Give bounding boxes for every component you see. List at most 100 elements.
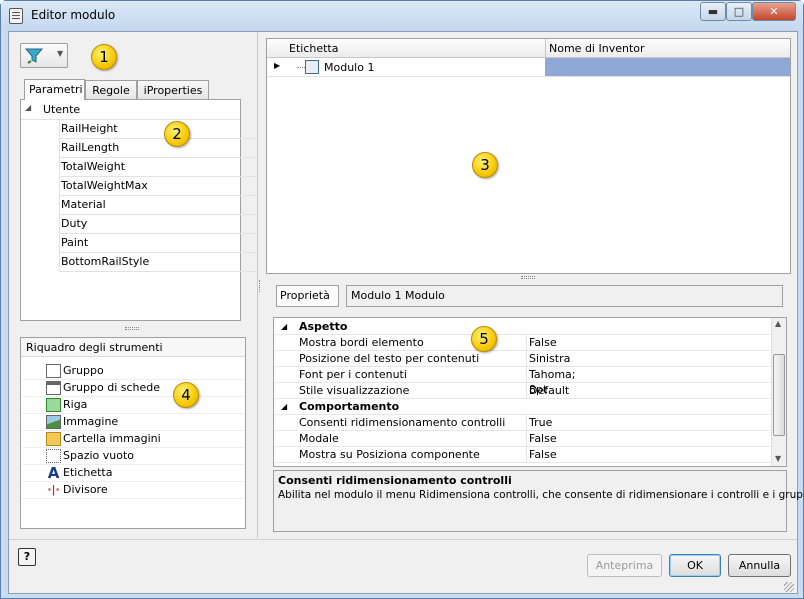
property-key: Modale bbox=[299, 432, 339, 445]
property-grid: ◢ Aspetto Mostra bordi elemento False Pos… bbox=[273, 317, 787, 467]
chevron-down-icon: ▼ bbox=[57, 49, 64, 58]
property-value: Default bbox=[529, 384, 570, 397]
property-key: Mostra bordi elemento bbox=[299, 336, 424, 349]
description-text: Abilita nel modulo il menu Ridimensiona … bbox=[278, 489, 804, 501]
parameter-row[interactable]: BottomRailStyle bbox=[59, 253, 259, 272]
property-key: Posizione del testo per contenuti bbox=[299, 352, 480, 365]
property-row[interactable]: Mostra bordi elemento False bbox=[275, 335, 773, 351]
filter-icon bbox=[24, 48, 44, 64]
property-key: Stile visualizzazione bbox=[299, 384, 410, 397]
parameter-row[interactable]: Paint bbox=[59, 234, 259, 253]
property-grid-scrollbar[interactable]: ▲ ▼ bbox=[771, 318, 786, 466]
group-utente[interactable]: Utente bbox=[43, 103, 80, 116]
toolbox-item-row[interactable]: Riga bbox=[22, 397, 244, 414]
toolbox-item-label: Divisore bbox=[63, 483, 108, 496]
callout-3: 3 bbox=[472, 152, 498, 178]
minimize-button[interactable]: ▬ bbox=[700, 2, 726, 21]
callout-2: 2 bbox=[164, 121, 190, 147]
parameter-row[interactable]: TotalWeight bbox=[59, 158, 259, 177]
tab-parametri[interactable]: Parametri bbox=[24, 79, 85, 100]
property-value-cell[interactable]: False bbox=[526, 447, 557, 462]
cancel-button[interactable]: Annulla bbox=[728, 554, 791, 577]
toolbox-item-label: Gruppo bbox=[63, 364, 104, 377]
callout-5: 5 bbox=[471, 326, 497, 352]
column-header-label[interactable]: Etichetta bbox=[289, 42, 338, 55]
parameter-row[interactable]: Material bbox=[59, 196, 259, 215]
row-pointer-icon: ▶ bbox=[274, 61, 281, 70]
property-key: Font per i contenuti bbox=[299, 368, 407, 381]
property-value: True bbox=[529, 416, 553, 429]
property-value-cell[interactable]: Sinistra bbox=[526, 351, 570, 366]
property-value: False bbox=[529, 448, 557, 461]
tab-group-icon bbox=[46, 381, 61, 395]
tab-iproperties[interactable]: iProperties bbox=[137, 80, 209, 100]
tree-header bbox=[267, 39, 790, 58]
property-row[interactable]: Stile visualizzazione Default bbox=[275, 383, 773, 399]
category-aspetto[interactable]: ◢ Aspetto bbox=[275, 319, 773, 335]
tree-row[interactable]: ▶ Modulo 1 bbox=[267, 58, 790, 77]
image-icon bbox=[46, 415, 61, 429]
scroll-down-icon[interactable]: ▼ bbox=[775, 454, 781, 463]
category-comportamento[interactable]: ◢ Comportamento bbox=[275, 399, 773, 415]
parameter-row[interactable]: TotalWeightMax bbox=[59, 177, 259, 196]
collapse-icon[interactable]: ◢ bbox=[25, 103, 31, 112]
property-value: False bbox=[529, 336, 557, 349]
property-value: Sinistra bbox=[529, 352, 571, 365]
toolbox-item-label-tool[interactable]: A Etichetta bbox=[22, 465, 244, 482]
help-button[interactable]: ? bbox=[18, 548, 36, 566]
property-value-cell[interactable]: False bbox=[526, 335, 557, 350]
inventor-name-cell[interactable] bbox=[545, 58, 790, 76]
parameter-row[interactable]: Duty bbox=[59, 215, 259, 234]
collapse-icon[interactable]: ◢ bbox=[281, 399, 287, 414]
close-button[interactable]: ✕ bbox=[752, 2, 796, 21]
property-row[interactable]: Font per i contenuti Tahoma; 8pt bbox=[275, 367, 773, 396]
property-description: Consenti ridimensionamento controlli Abi… bbox=[273, 470, 804, 532]
row-icon bbox=[46, 398, 61, 412]
parameter-row[interactable]: RailHeight bbox=[59, 120, 259, 139]
preview-button[interactable]: Anteprima bbox=[587, 554, 662, 577]
filter-dropdown-button[interactable]: ▼ bbox=[20, 43, 68, 68]
collapse-icon[interactable]: ◢ bbox=[281, 319, 287, 334]
ok-button[interactable]: OK bbox=[669, 554, 721, 577]
property-value-cell[interactable]: Default bbox=[526, 383, 569, 398]
property-row[interactable]: Consenti ridimensionamento controlli True bbox=[275, 415, 773, 431]
parameters-panel: ◢ Utente RailHeight RailLength TotalWeig… bbox=[20, 99, 259, 321]
toolbox-item-tab-group[interactable]: Gruppo di schede bbox=[22, 380, 244, 397]
property-value-cell[interactable]: True bbox=[526, 415, 552, 430]
toolbox-item-label: Immagine bbox=[63, 415, 119, 428]
toolbox-item-divider[interactable]: ·|· Divisore bbox=[22, 482, 244, 499]
toolbox-item-image-folder[interactable]: Cartella immagini bbox=[22, 431, 244, 448]
toolbox-item-label: Spazio vuoto bbox=[63, 449, 135, 462]
resize-grip[interactable] bbox=[784, 582, 794, 592]
splitter-grip[interactable] bbox=[125, 327, 139, 330]
toolbox-item-group[interactable]: Gruppo bbox=[22, 363, 244, 380]
vertical-splitter-grip[interactable] bbox=[259, 280, 261, 292]
form-tree-panel: Etichetta Nome di Inventor ▶ Modulo 1 bbox=[266, 38, 791, 274]
properties-label: Proprietà bbox=[276, 285, 339, 307]
toolbox-panel: Riquadro degli strumenti Gruppo Gruppo d… bbox=[20, 337, 246, 529]
property-row[interactable]: Mostra su Posiziona componente False bbox=[275, 447, 773, 463]
property-value-cell[interactable]: Tahoma; 8pt bbox=[526, 367, 576, 396]
parameter-row[interactable]: RailLength bbox=[59, 139, 259, 158]
callout-1: 1 bbox=[91, 44, 117, 70]
property-key: Consenti ridimensionamento controlli bbox=[299, 416, 506, 429]
toolbox-item-image[interactable]: Immagine bbox=[22, 414, 244, 431]
splitter-grip-right[interactable] bbox=[521, 276, 535, 279]
maximize-button[interactable]: □ bbox=[726, 2, 752, 21]
scroll-up-icon[interactable]: ▲ bbox=[775, 319, 781, 328]
column-header-inventor-name[interactable]: Nome di Inventor bbox=[549, 42, 645, 55]
property-value-cell[interactable]: False bbox=[526, 431, 557, 446]
property-row[interactable]: Posizione del testo per contenuti Sinistr… bbox=[275, 351, 773, 367]
toolbox-item-empty-space[interactable]: Spazio vuoto bbox=[22, 448, 244, 465]
tab-regole[interactable]: Regole bbox=[85, 80, 137, 100]
form-icon bbox=[305, 60, 319, 74]
property-row[interactable]: Modale False bbox=[275, 431, 773, 447]
category-label: Comportamento bbox=[299, 400, 400, 413]
tree-row-label: Modulo 1 bbox=[324, 61, 375, 74]
image-folder-icon bbox=[46, 432, 61, 446]
window-title: Editor modulo bbox=[31, 8, 116, 22]
scrollbar-thumb[interactable] bbox=[773, 354, 785, 436]
description-title: Consenti ridimensionamento controlli bbox=[278, 474, 512, 487]
title-bar[interactable]: Editor modulo ▬ □ ✕ bbox=[1, 1, 803, 31]
toolbox-item-label: Cartella immagini bbox=[63, 432, 161, 445]
